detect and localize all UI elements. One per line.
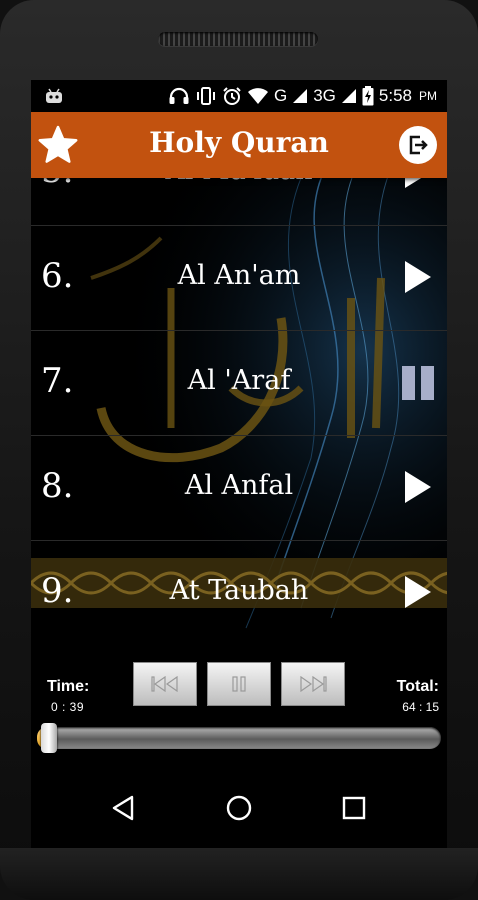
exit-button[interactable]	[399, 126, 437, 164]
pause-button[interactable]	[207, 662, 271, 706]
play-icon[interactable]	[403, 259, 433, 295]
android-icon	[46, 88, 62, 103]
surah-name: Al An'am	[177, 260, 301, 291]
status-bar: G 3G 5:58 PM	[31, 80, 447, 112]
home-button[interactable]	[221, 790, 257, 826]
surah-list: 5. Al Ma'idah 6. Al An'am 7. Al 'Araf	[31, 178, 447, 630]
clock-ampm: PM	[419, 89, 437, 103]
page-title: Holy Quran	[149, 126, 329, 159]
surah-name: Al Ma'idah	[31, 178, 447, 186]
surah-name: Al 'Araf	[187, 365, 291, 396]
play-icon[interactable]	[403, 574, 433, 610]
speaker-grille	[158, 32, 318, 46]
next-icon	[300, 676, 327, 692]
back-icon	[112, 795, 134, 821]
list-item[interactable]: 6. Al An'am	[31, 226, 447, 331]
play-icon[interactable]	[403, 178, 433, 190]
seek-bar[interactable]	[37, 723, 441, 753]
surah-list-area[interactable]: 5. Al Ma'idah 6. Al An'am 7. Al 'Araf	[31, 178, 447, 630]
recents-button[interactable]	[336, 790, 372, 826]
exit-icon	[409, 135, 428, 155]
clock: 5:58	[378, 86, 412, 105]
list-item[interactable]: 5. Al Ma'idah	[31, 178, 447, 226]
network-type-label: G	[273, 86, 288, 105]
network-3g-label: 3G	[313, 86, 336, 105]
list-item[interactable]: 8. Al Anfal	[31, 436, 447, 541]
screen: G 3G 5:58 PM Holy Quran 6. Al An'am 7. A…	[31, 80, 447, 848]
headphones-icon	[169, 87, 189, 104]
surah-name: Al Anfal	[184, 470, 294, 501]
phone-frame: G 3G 5:58 PM Holy Quran 6. Al An'am 7. A…	[0, 0, 478, 900]
next-button[interactable]	[281, 662, 345, 706]
alarm-icon	[223, 87, 241, 105]
previous-icon	[151, 676, 178, 692]
total-label: Total:	[396, 678, 439, 695]
back-button[interactable]	[105, 790, 141, 826]
elapsed-time: 0 : 39	[51, 700, 85, 714]
total-time: 64 : 15	[402, 700, 439, 714]
vibrate-icon	[196, 87, 215, 105]
seek-thumb[interactable]	[41, 723, 57, 753]
signal-icon-2	[341, 89, 356, 103]
player-controls: Time: 0 : 39 Total: 64: 15	[31, 630, 447, 770]
phone-chin	[0, 848, 478, 900]
list-item[interactable]: 9. At Taubah	[31, 541, 447, 630]
play-icon[interactable]	[403, 469, 433, 505]
pause-icon	[232, 676, 246, 692]
time-label: Time:	[47, 678, 90, 695]
navigation-bar	[31, 770, 447, 848]
signal-icon	[293, 89, 308, 103]
wifi-icon	[247, 88, 268, 104]
app-header: Holy Quran	[31, 112, 447, 178]
pause-icon[interactable]	[401, 366, 435, 400]
previous-button[interactable]	[133, 662, 197, 706]
home-icon	[226, 795, 252, 821]
battery-charging-icon	[362, 86, 374, 106]
list-item[interactable]: 7. Al 'Araf	[31, 331, 447, 436]
recents-icon	[342, 796, 366, 820]
surah-name: At Taubah	[169, 575, 309, 606]
